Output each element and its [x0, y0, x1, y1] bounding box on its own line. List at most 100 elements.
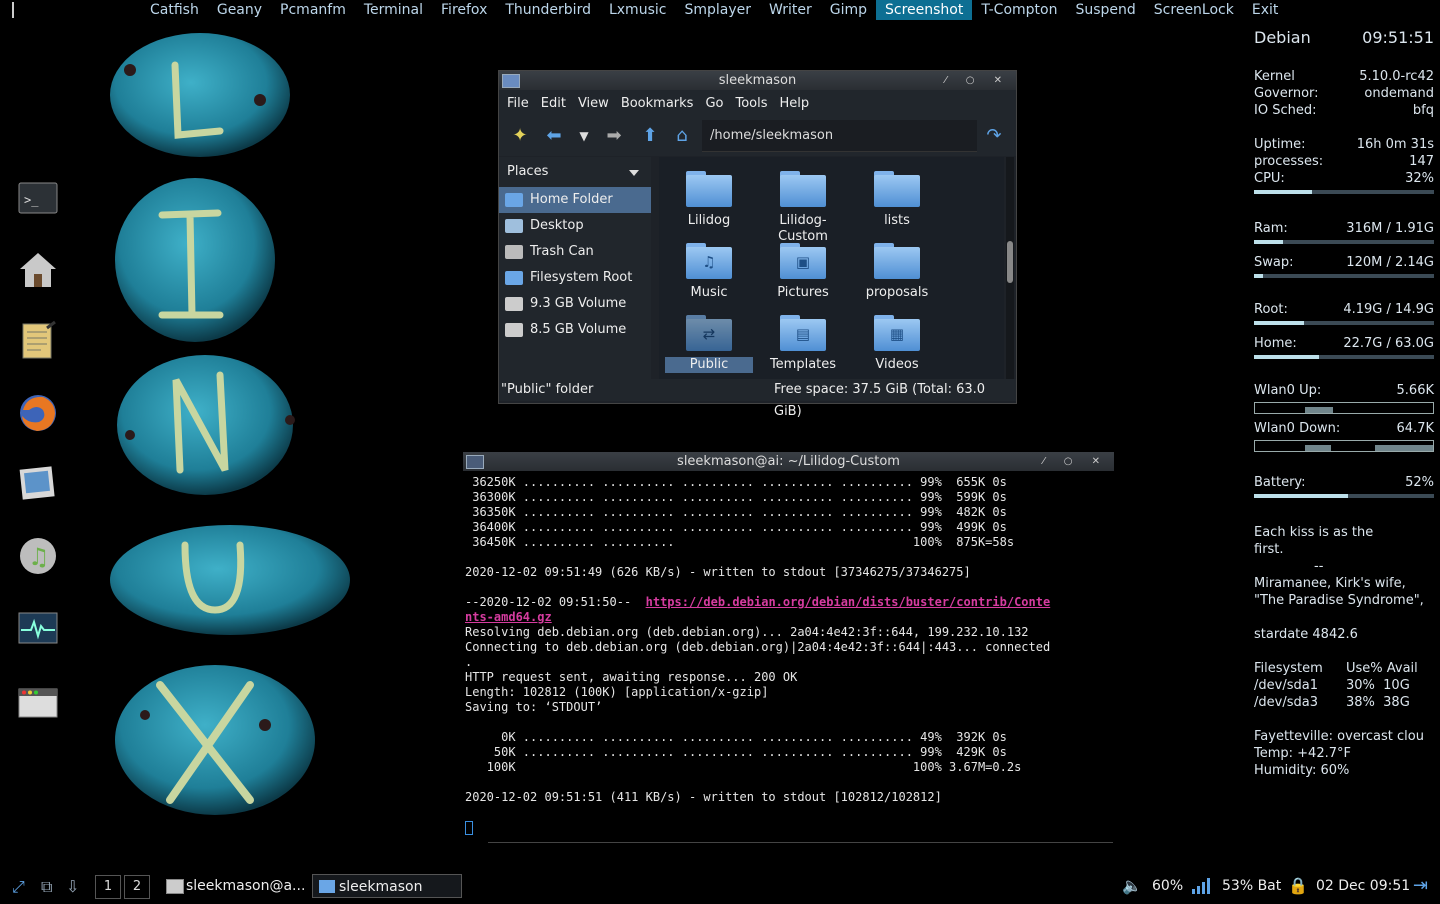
go-icon[interactable]: ↷	[983, 126, 1005, 146]
place-home-folder[interactable]: Home Folder	[499, 187, 651, 213]
launcher-screenlock[interactable]: ScreenLock	[1145, 0, 1243, 20]
governor-value: ondemand	[1364, 86, 1434, 101]
launcher-smplayer[interactable]: Smplayer	[675, 0, 760, 20]
processes-label: processes:	[1254, 154, 1324, 169]
terminal-line: 2020-12-02 09:51:51 (411 KB/s) - written…	[465, 790, 942, 804]
place-desktop[interactable]: Desktop	[499, 213, 651, 239]
terminal-line: .	[465, 655, 473, 669]
ram-value: 316M / 1.91G	[1346, 221, 1434, 236]
terminal-line: Resolving deb.debian.org (deb.debian.org…	[465, 625, 1029, 639]
minimize-all-icon[interactable]: ⧉	[41, 878, 59, 896]
file-label: Templates	[769, 357, 837, 372]
file-item-proposals[interactable]: proposals	[851, 235, 943, 305]
window-controls[interactable]: ⁄ ○ ✕	[1043, 452, 1108, 471]
task-file-manager[interactable]: sleekmason	[312, 874, 462, 898]
place-filesystem-root[interactable]: Filesystem Root	[499, 265, 651, 291]
desktop-2-button[interactable]: 2	[124, 875, 150, 899]
terminal-line: 36450K .......... .......... 100% 875K=5…	[465, 535, 1015, 549]
folder-icon	[874, 171, 920, 207]
file-item-lists[interactable]: lists	[851, 163, 943, 233]
iosched-label: IO Sched:	[1254, 103, 1317, 118]
volume-icon[interactable]: 🔈	[1122, 872, 1142, 900]
hostname: Debian	[1254, 28, 1311, 47]
launcher-suspend[interactable]: Suspend	[1066, 0, 1144, 20]
text-editor-icon[interactable]	[17, 320, 59, 362]
trash-icon	[505, 245, 523, 259]
folder-icon	[505, 193, 523, 207]
file-item-lilidog[interactable]: Lilidog	[663, 163, 755, 233]
window-manager-icon[interactable]	[17, 684, 59, 726]
terminal-link[interactable]: nts-amd64.gz	[465, 610, 552, 624]
logout-icon[interactable]: ⇥	[1413, 872, 1428, 900]
launcher-gimp[interactable]: Gimp	[821, 0, 876, 20]
menu-help[interactable]: Help	[774, 96, 816, 111]
clock[interactable]: 02 Dec 09:51	[1316, 872, 1410, 900]
battery-status[interactable]: 53% Bat	[1222, 872, 1281, 900]
terminal-link[interactable]: https://deb.debian.org/debian/dists/bust…	[646, 595, 1051, 609]
battery-bar	[1254, 494, 1434, 498]
bar-fill	[1254, 494, 1348, 498]
expand-icon[interactable]: ⤢	[12, 878, 30, 896]
file-item-music[interactable]: ♫ Music	[663, 235, 755, 305]
history-dropdown-icon[interactable]: ▼	[573, 126, 595, 146]
launcher-geany[interactable]: Geany	[208, 0, 271, 20]
image-viewer-icon[interactable]	[17, 462, 59, 504]
launcher-screenshot[interactable]: Screenshot	[875, 0, 973, 20]
menu-tools[interactable]: Tools	[729, 96, 773, 111]
desktop-1-button[interactable]: 1	[95, 875, 121, 899]
file-item-public[interactable]: ⇄ Public	[663, 307, 755, 377]
fs-values: 38% 38G	[1346, 695, 1410, 710]
terminal-icon[interactable]: >_	[17, 180, 59, 222]
launcher-thunderbird[interactable]: Thunderbird	[496, 0, 600, 20]
forward-arrow-icon[interactable]: ➡	[603, 126, 625, 146]
home-folder-icon[interactable]	[17, 250, 59, 292]
back-arrow-icon[interactable]: ⬅	[543, 126, 565, 146]
battery-label: Battery:	[1254, 475, 1306, 490]
down-arrow-icon[interactable]: ⇩	[66, 878, 84, 896]
launcher-lxmusic[interactable]: Lxmusic	[600, 0, 675, 20]
scrollbar[interactable]	[1006, 157, 1014, 379]
file-item-templates[interactable]: ▤ Templates	[757, 307, 849, 377]
task-terminal[interactable]: sleekmason@a...	[160, 874, 310, 898]
file-item-pictures[interactable]: ▣ Pictures	[757, 235, 849, 305]
launcher-writer[interactable]: Writer	[760, 0, 821, 20]
launcher-catfish[interactable]: Catfish	[141, 0, 208, 20]
drive-icon	[505, 297, 523, 311]
terminal-window[interactable]: sleekmason@ai: ~/Lilidog-Custom ⁄ ○ ✕ 36…	[463, 452, 1114, 843]
signal-icon[interactable]	[1192, 872, 1210, 900]
firefox-icon[interactable]	[17, 392, 59, 434]
bar-fill	[1254, 321, 1305, 325]
status-selection: "Public" folder	[501, 382, 594, 397]
file-manager-titlebar[interactable]: sleekmason ⁄ ○ ✕	[499, 71, 1016, 90]
menu-view[interactable]: View	[572, 96, 615, 111]
menu-bookmarks[interactable]: Bookmarks	[615, 96, 700, 111]
terminal-titlebar[interactable]: sleekmason@ai: ~/Lilidog-Custom ⁄ ○ ✕	[463, 452, 1114, 471]
menu-edit[interactable]: Edit	[535, 96, 572, 111]
swap-label: Swap:	[1254, 255, 1294, 270]
path-bar[interactable]: /home/sleekmason	[702, 120, 977, 152]
launcher-exit[interactable]: Exit	[1243, 0, 1288, 20]
home-icon[interactable]: ⌂	[671, 126, 693, 146]
menu-file[interactable]: File	[501, 96, 535, 111]
lock-icon[interactable]: 🔒	[1288, 872, 1308, 900]
bar-fill	[1254, 240, 1283, 244]
new-tab-icon[interactable]: ✦	[509, 126, 531, 146]
launcher-firefox[interactable]: Firefox	[432, 0, 496, 20]
file-item-videos[interactable]: ▦ Videos	[851, 307, 943, 377]
file-item-lilidog-custom[interactable]: Lilidog-Custom	[757, 163, 849, 244]
music-player-icon[interactable]: ♫	[17, 535, 59, 577]
bar-fill	[1254, 355, 1319, 359]
window-controls[interactable]: ⁄ ○ ✕	[945, 71, 1010, 90]
launcher-pcmanfm[interactable]: Pcmanfm	[271, 0, 355, 20]
place-9-3-gb-volume[interactable]: 9.3 GB Volume	[499, 291, 651, 317]
menu-go[interactable]: Go	[699, 96, 729, 111]
system-monitor-icon[interactable]	[17, 610, 59, 652]
places-header[interactable]: Places	[499, 157, 651, 187]
place-8-5-gb-volume[interactable]: 8.5 GB Volume	[499, 317, 651, 343]
place-trash-can[interactable]: Trash Can	[499, 239, 651, 265]
file-label: Music	[690, 285, 728, 300]
scrollbar-thumb[interactable]	[1007, 241, 1013, 283]
launcher-terminal[interactable]: Terminal	[355, 0, 432, 20]
launcher-t-compton[interactable]: T-Compton	[972, 0, 1066, 20]
up-arrow-icon[interactable]: ⬆	[639, 126, 661, 146]
